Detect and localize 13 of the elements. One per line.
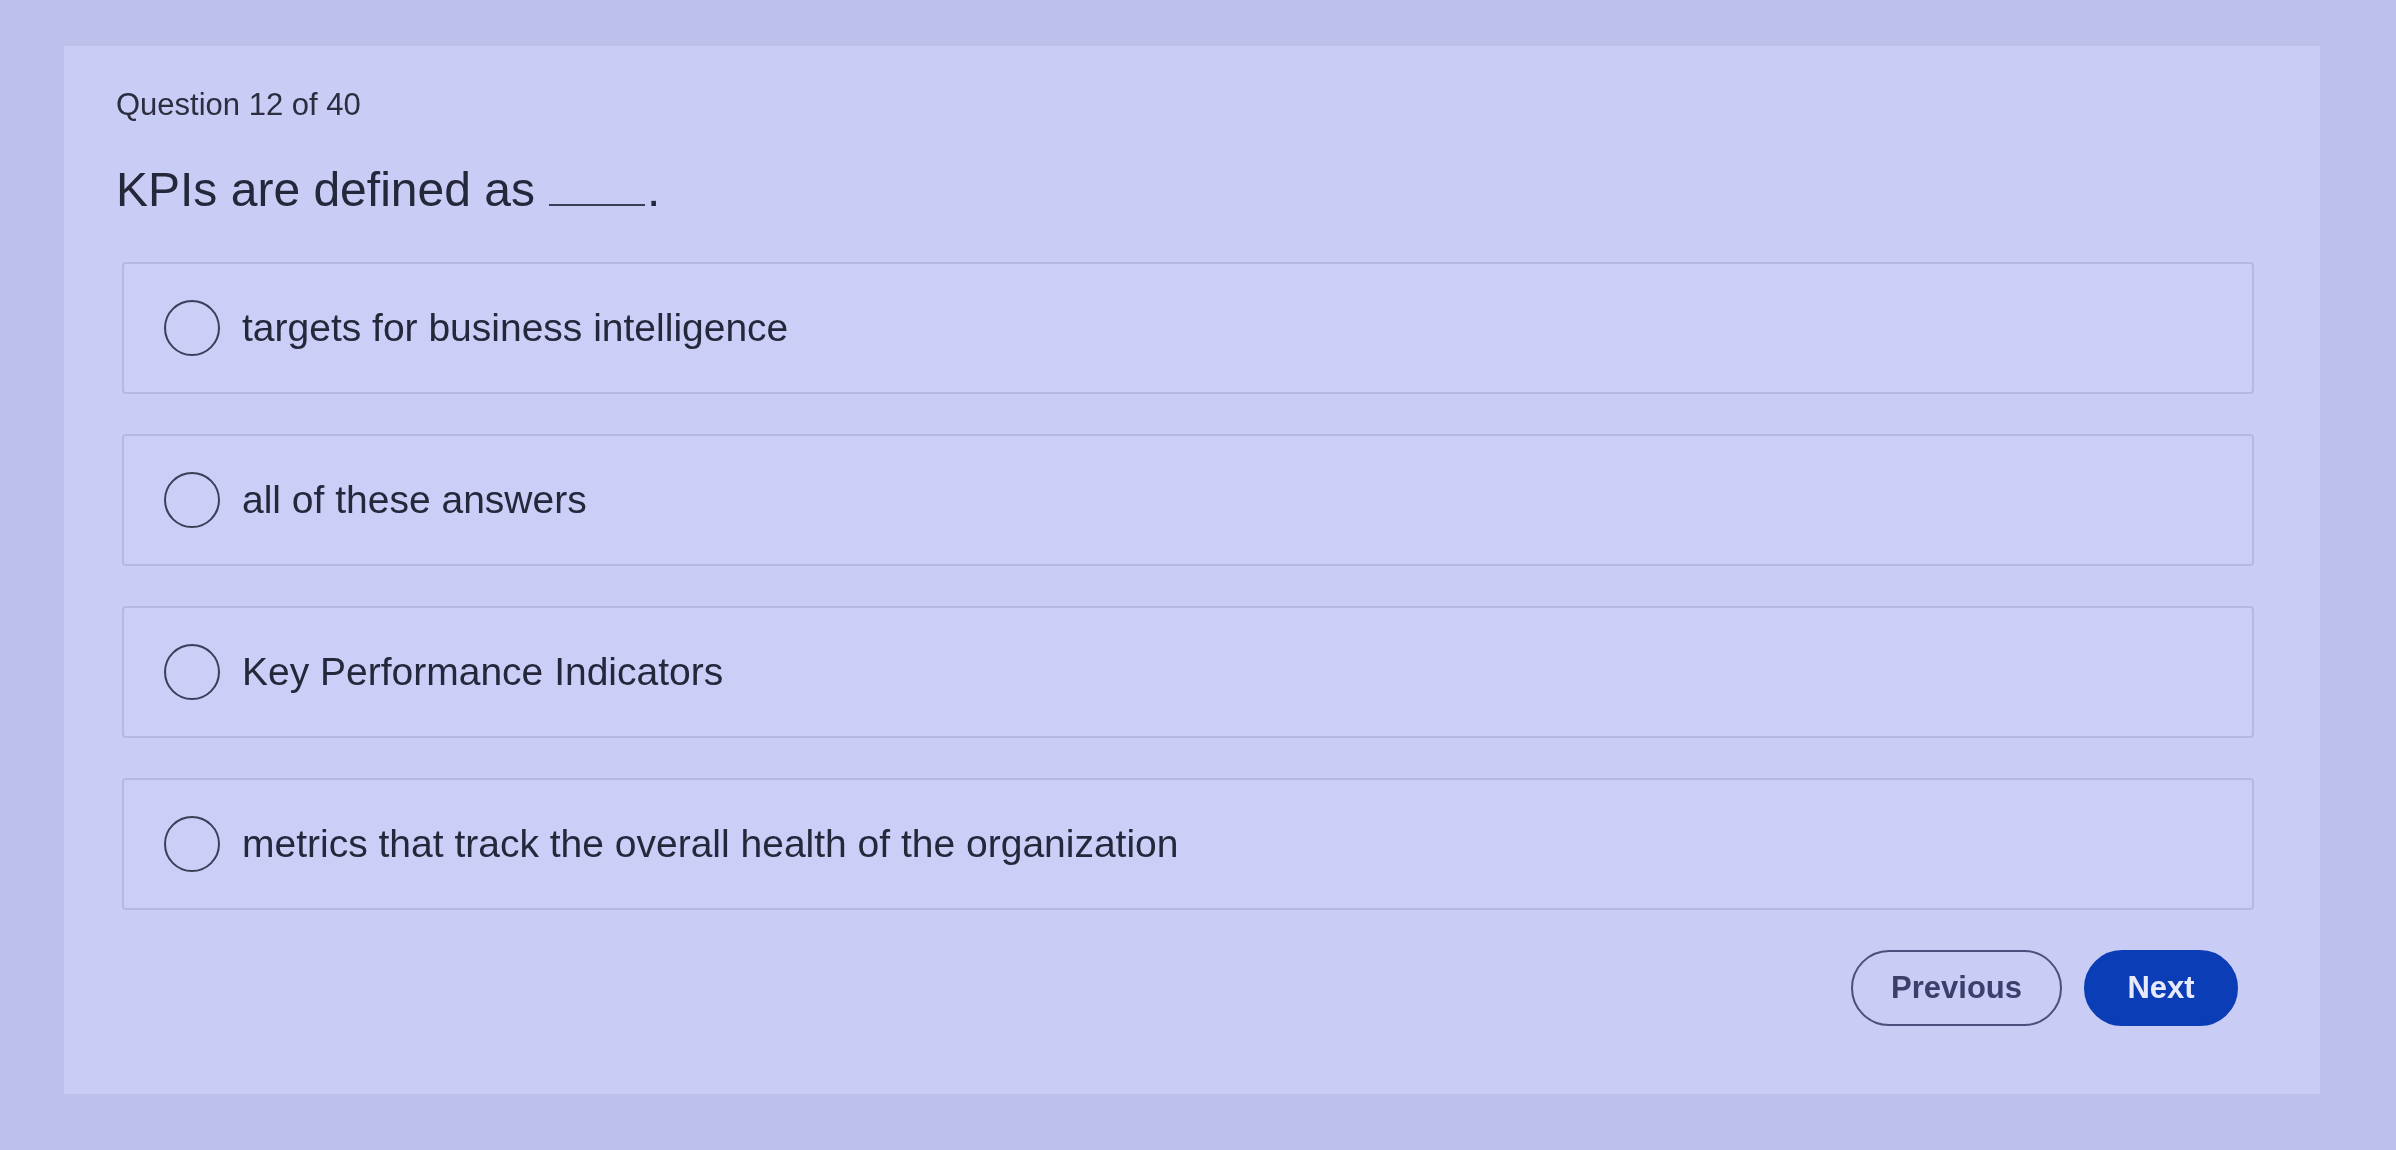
radio-button[interactable] bbox=[164, 816, 220, 872]
question-text: KPIs are defined as bbox=[116, 162, 535, 218]
radio-button[interactable] bbox=[164, 644, 220, 700]
previous-button[interactable]: Previous bbox=[1851, 950, 2062, 1026]
answer-option[interactable]: targets for business intelligence bbox=[122, 262, 2254, 394]
answer-option[interactable]: metrics that track the overall health of the organization bbox=[122, 778, 2254, 910]
radio-button[interactable] bbox=[164, 472, 220, 528]
next-button[interactable]: Next bbox=[2084, 950, 2238, 1026]
question-punctuation: . bbox=[646, 162, 661, 218]
radio-button[interactable] bbox=[164, 300, 220, 356]
question-counter: Question 12 of 40 bbox=[116, 86, 361, 124]
answer-option[interactable]: all of these answers bbox=[122, 434, 2254, 566]
answer-option[interactable]: Key Performance Indicators bbox=[122, 606, 2254, 738]
